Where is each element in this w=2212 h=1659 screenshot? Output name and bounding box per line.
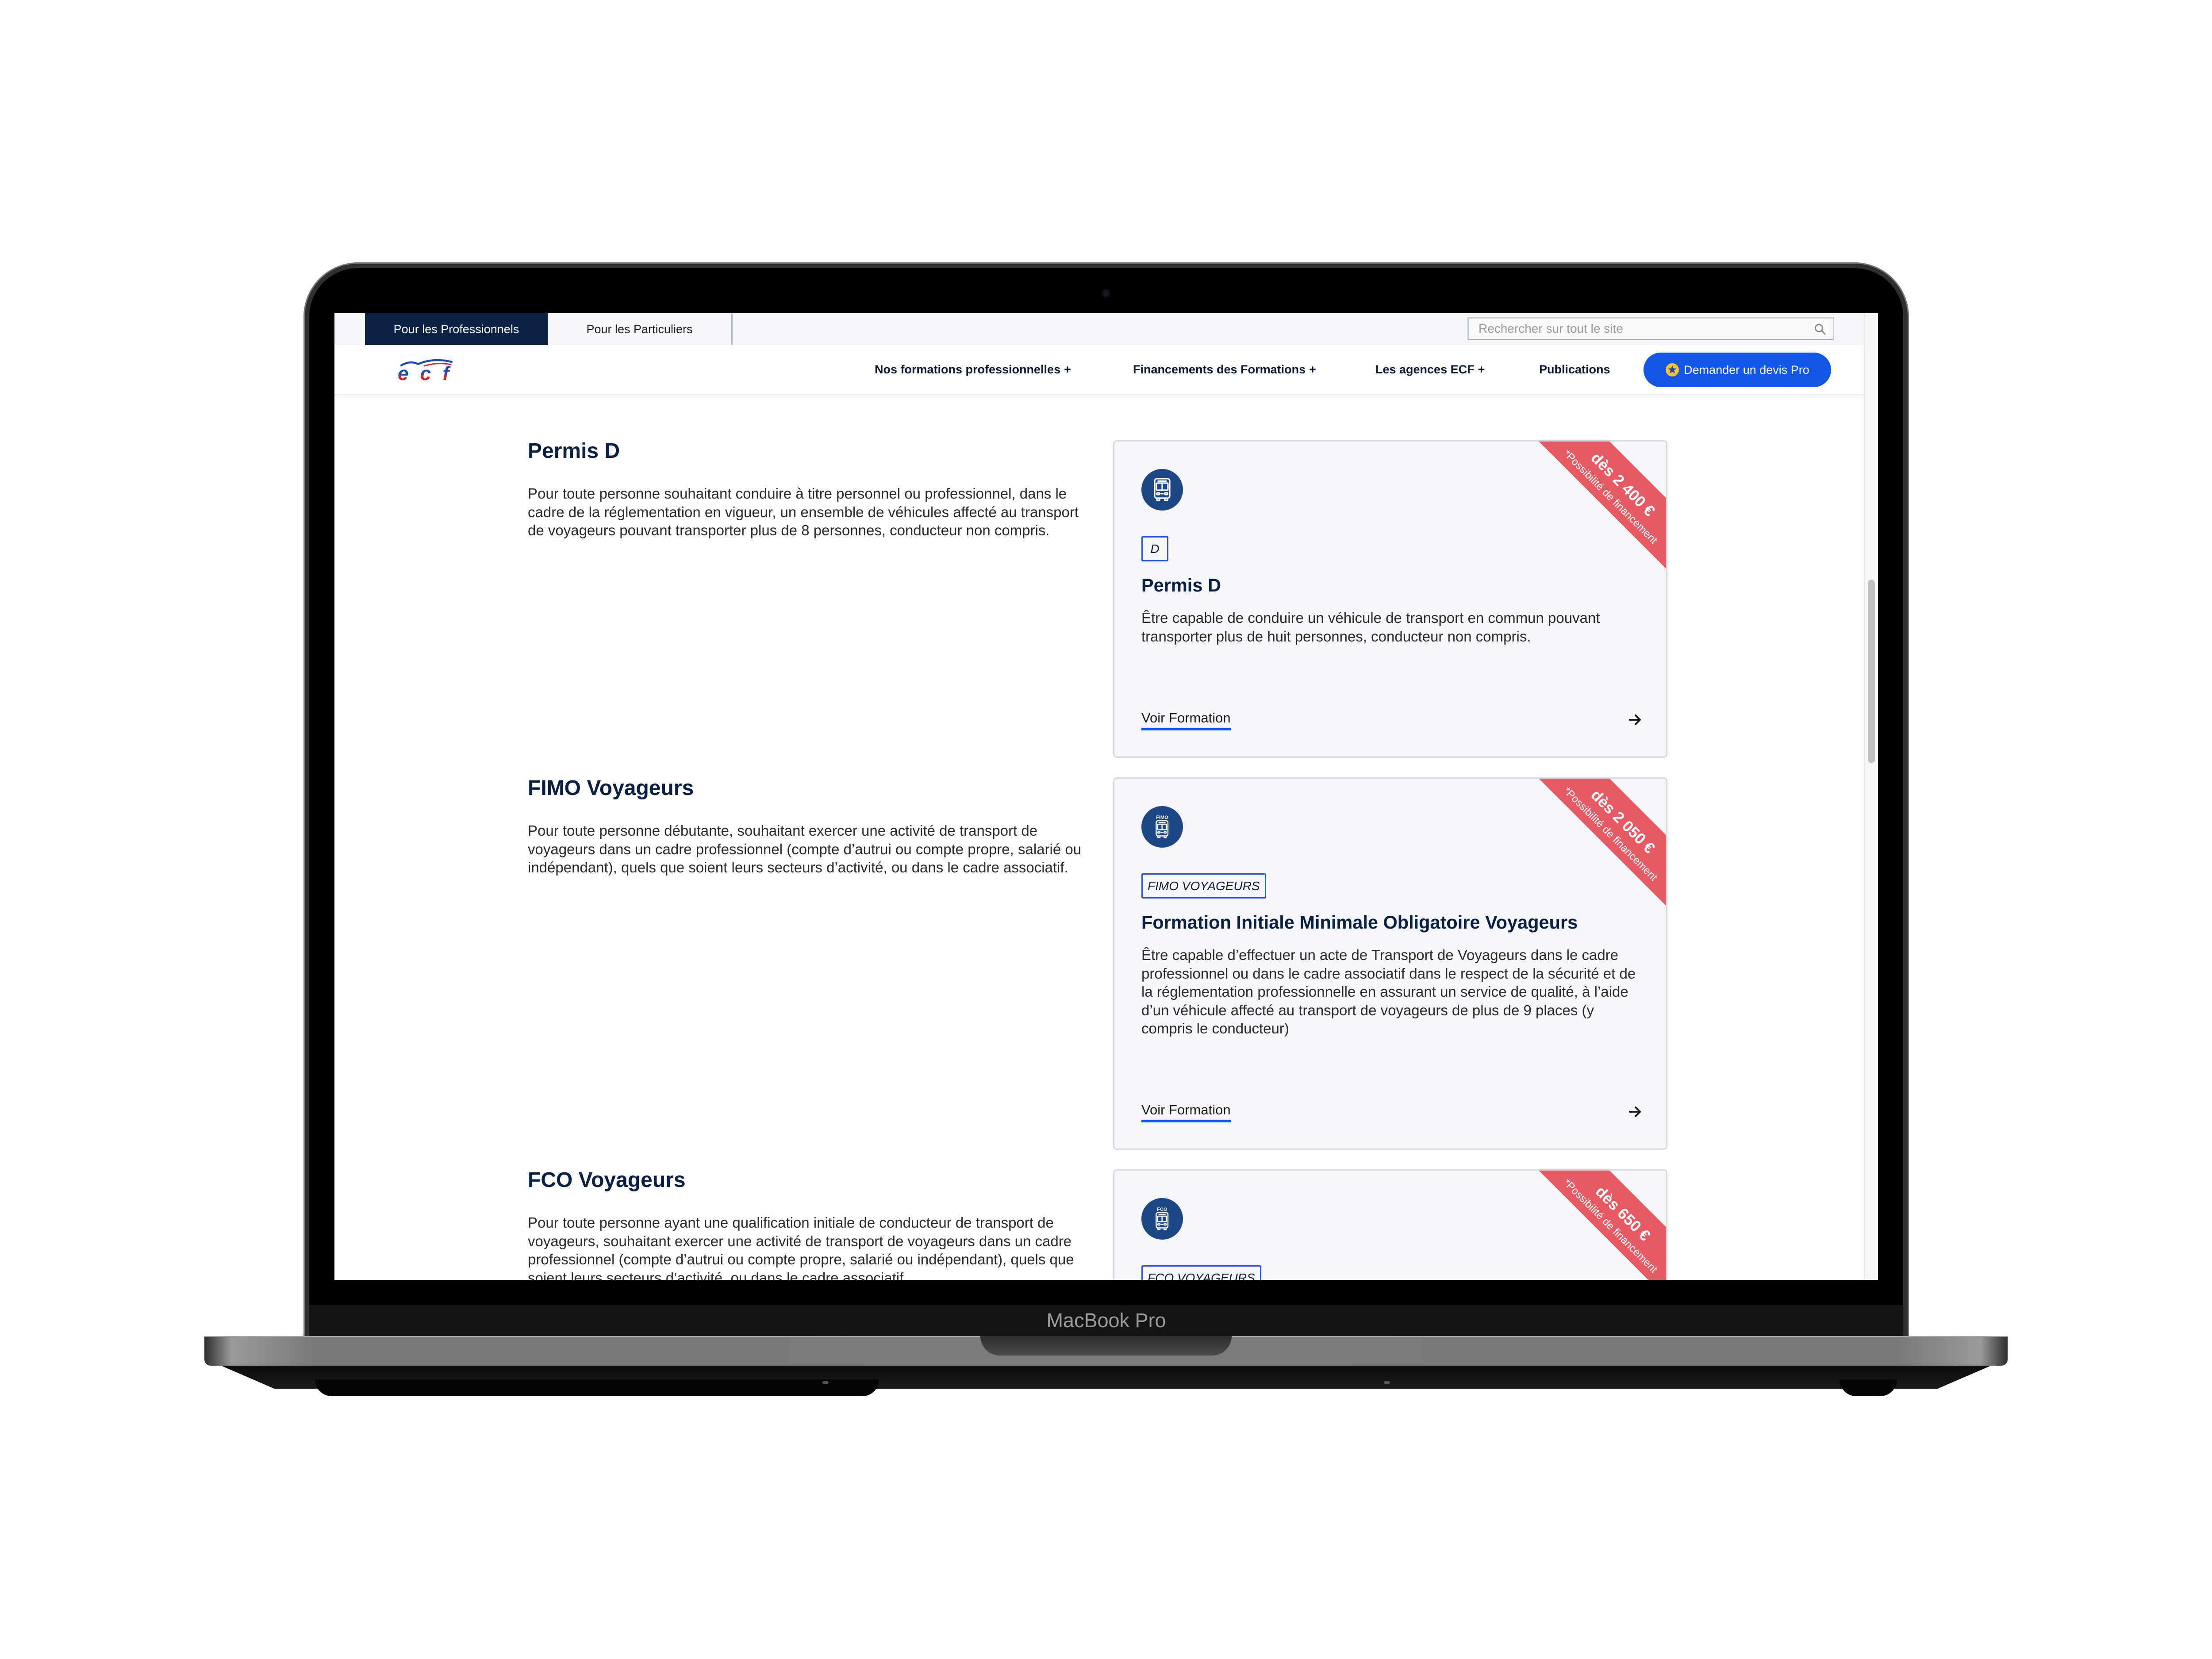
formation-heading: FCO Voyageurs: [528, 1168, 686, 1192]
webcam: [1103, 290, 1109, 296]
svg-text:FIMO: FIMO: [1156, 815, 1168, 820]
formation-intro-text: Pour toute personne débutante, souhaitan…: [528, 822, 1082, 876]
view-formation-link[interactable]: Voir Formation: [1141, 1101, 1231, 1122]
nav-item-formations[interactable]: Nos formations professionnelles +: [875, 345, 1071, 394]
tab-particuliers[interactable]: Pour les Particuliers: [548, 313, 733, 345]
card-title: Formation Initiale Minimale Obligatoire …: [1141, 912, 1578, 933]
laptop-foot-left: [315, 1379, 879, 1396]
star-icon: [1666, 363, 1679, 376]
port-indicator-left: [822, 1381, 829, 1384]
audience-bar: Pour les Professionnels Pour les Particu…: [334, 313, 1864, 345]
formation-tag: D: [1141, 536, 1168, 561]
card-description: Être capable de conduire un véhicule de …: [1141, 610, 1600, 645]
nav-item-publications[interactable]: Publications: [1539, 345, 1610, 394]
expand-plus-icon: +: [1309, 363, 1316, 376]
scrollbar-thumb[interactable]: [1868, 579, 1875, 763]
card-footer: Voir Formation: [1141, 1101, 1644, 1122]
price-ribbon: dès 650 € *Possibilité de financement: [1493, 1171, 1666, 1280]
formation-tag: FCO VOYAGEURS: [1141, 1265, 1261, 1280]
formation-heading: Permis D: [528, 439, 620, 463]
search-icon[interactable]: [1813, 323, 1827, 336]
formation-intro: Permis D Pour toute personne souhaitant …: [528, 439, 1092, 540]
card-description: Être capable d’effectuer un acte de Tran…: [1141, 947, 1636, 1037]
nav-item-label: Publications: [1539, 363, 1610, 376]
formation-intro-text: Pour toute personne souhaitant conduire …: [528, 485, 1079, 538]
nav-item-label: Financements des Formations: [1133, 363, 1306, 376]
bus-icon: [1141, 469, 1183, 511]
formations-list: Permis D Pour toute personne souhaitant …: [528, 439, 1667, 1280]
lid-opening-notch: [980, 1336, 1232, 1356]
site-search: [1467, 317, 1834, 340]
view-formation-link[interactable]: Voir Formation: [1141, 709, 1231, 730]
request-quote-button[interactable]: Demander un devis Pro: [1644, 353, 1831, 387]
formation-heading: FIMO Voyageurs: [528, 776, 694, 800]
formation-intro: FIMO Voyageurs Pour toute personne début…: [528, 776, 1092, 877]
arrow-right-icon[interactable]: [1626, 711, 1644, 729]
port-indicator-right: [1384, 1381, 1390, 1384]
arrow-right-icon[interactable]: [1626, 1103, 1644, 1121]
laptop-foot-right: [1839, 1379, 1897, 1396]
fimo-bus-icon: FIMO: [1141, 806, 1183, 848]
laptop-chin: MacBook Pro: [309, 1305, 1903, 1336]
formation-card[interactable]: dès 2 050 € *Possibilité de financement: [1113, 777, 1667, 1150]
formation-intro-text: Pour toute personne ayant une qualificat…: [528, 1214, 1074, 1280]
nav-item-agences[interactable]: Les agences ECF +: [1375, 345, 1485, 394]
formation-row: Permis D Pour toute personne souhaitant …: [528, 439, 1667, 758]
page-scrollbar[interactable]: [1864, 313, 1878, 1280]
card-footer: Voir Formation: [1141, 709, 1644, 730]
formation-row: FIMO Voyageurs Pour toute personne début…: [528, 776, 1667, 1150]
nav-item-financements[interactable]: Financements des Formations +: [1133, 345, 1316, 394]
card-title: Permis D: [1141, 575, 1221, 595]
tab-professionnels[interactable]: Pour les Professionnels: [365, 313, 548, 345]
browser-viewport: Pour les Professionnels Pour les Particu…: [334, 313, 1864, 1280]
device-label: MacBook Pro: [1046, 1309, 1166, 1332]
main-navigation: ecf Nos formations professionnelles + Fin…: [334, 345, 1864, 395]
formation-card[interactable]: dès 2 400 € *Possibilité de financement: [1113, 440, 1667, 758]
formation-card[interactable]: dès 650 € *Possibilité de financement FC…: [1113, 1169, 1667, 1280]
formation-tag: FIMO VOYAGEURS: [1141, 873, 1266, 899]
fco-bus-icon: FCO: [1141, 1198, 1183, 1240]
expand-plus-icon: +: [1064, 363, 1071, 376]
nav-item-label: Nos formations professionnelles: [875, 363, 1061, 376]
request-quote-label: Demander un devis Pro: [1684, 363, 1809, 376]
formation-row: FCO Voyageurs Pour toute personne ayant …: [528, 1168, 1667, 1280]
search-input[interactable]: [1469, 319, 1815, 339]
expand-plus-icon: +: [1478, 363, 1485, 376]
nav-item-label: Les agences ECF: [1375, 363, 1475, 376]
screen: Pour les Professionnels Pour les Particu…: [334, 313, 1878, 1280]
formation-intro: FCO Voyageurs Pour toute personne ayant …: [528, 1168, 1092, 1280]
ecf-logo[interactable]: ecf: [395, 358, 454, 381]
svg-text:ecf: ecf: [398, 363, 451, 381]
svg-text:FCO: FCO: [1157, 1207, 1167, 1212]
